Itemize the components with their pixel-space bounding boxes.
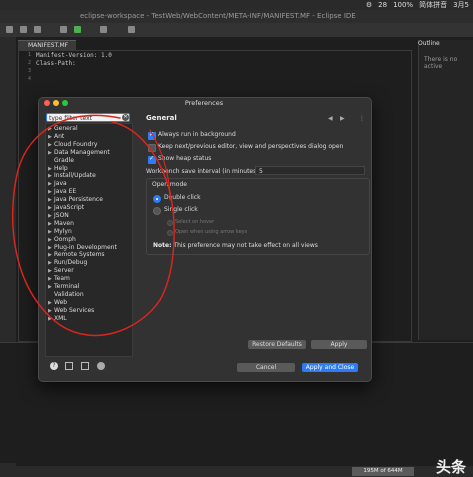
red-annotation-circle xyxy=(11,114,175,337)
